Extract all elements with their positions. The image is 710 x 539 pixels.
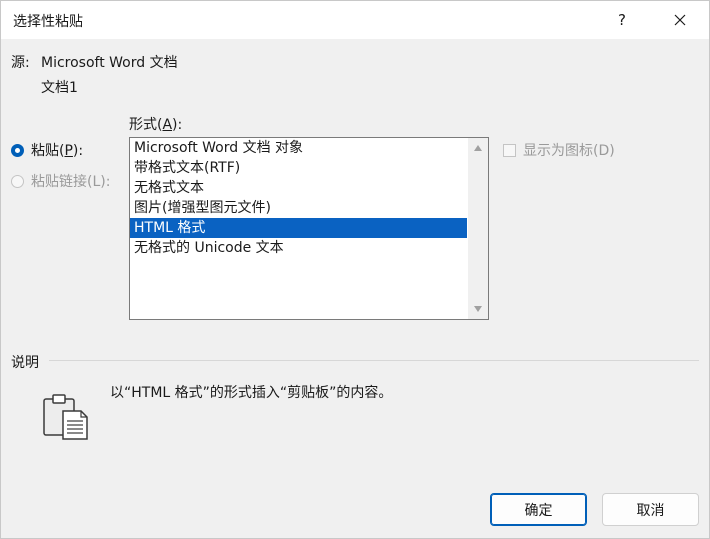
format-label: 形式(A): xyxy=(129,117,183,133)
description-text: 以“HTML 格式”的形式插入“剪贴板”的内容。 xyxy=(110,385,393,401)
paste-link-radio-label: 粘贴链接(L): xyxy=(31,174,111,190)
source-value: Microsoft Word 文档 xyxy=(41,55,178,71)
format-list-item[interactable]: 无格式的 Unicode 文本 xyxy=(130,238,488,258)
format-list-item-selected[interactable]: HTML 格式 xyxy=(130,218,467,238)
title-bar: 选择性粘贴 ? xyxy=(1,1,709,39)
display-as-icon-checkbox[interactable]: 显示为图标(D) xyxy=(503,140,615,160)
paste-radio[interactable]: 粘贴(P): xyxy=(11,140,83,160)
format-list-item[interactable]: 图片(增强型图元文件) xyxy=(130,198,488,218)
display-as-icon-checkbox-box xyxy=(503,143,516,157)
paste-link-radio-indicator xyxy=(11,174,24,188)
dialog-title: 选择性粘贴 xyxy=(13,14,83,30)
clipboard-icon xyxy=(43,394,88,440)
source-document-name: 文档1 xyxy=(41,80,78,96)
scroll-up-arrow-icon[interactable] xyxy=(474,145,482,151)
help-icon: ? xyxy=(618,11,626,29)
paste-radio-label: 粘贴(P): xyxy=(31,143,84,159)
source-label: 源: xyxy=(11,55,30,71)
ok-button[interactable]: 确定 xyxy=(490,493,587,526)
close-button[interactable] xyxy=(663,5,697,35)
paste-special-dialog: 选择性粘贴 ? 源: Microsoft Word 文档 文档1 形式(A): … xyxy=(0,0,710,539)
paste-link-radio[interactable]: 粘贴链接(L): xyxy=(11,171,110,191)
listbox-scrollbar[interactable] xyxy=(468,138,488,319)
description-label: 说明 xyxy=(11,355,39,371)
format-listbox[interactable]: Microsoft Word 文档 对象 带格式文本(RTF) 无格式文本 图片… xyxy=(129,137,489,320)
paste-radio-indicator xyxy=(11,143,24,157)
close-icon xyxy=(674,14,686,26)
scroll-down-arrow-icon[interactable] xyxy=(474,306,482,312)
format-list-item[interactable]: 带格式文本(RTF) xyxy=(130,158,488,178)
help-button[interactable]: ? xyxy=(606,5,638,35)
format-list-item[interactable]: 无格式文本 xyxy=(130,178,488,198)
format-list-item[interactable]: Microsoft Word 文档 对象 xyxy=(130,138,488,158)
display-as-icon-label: 显示为图标(D) xyxy=(523,143,615,159)
cancel-button[interactable]: 取消 xyxy=(602,493,699,526)
description-divider xyxy=(49,360,699,361)
